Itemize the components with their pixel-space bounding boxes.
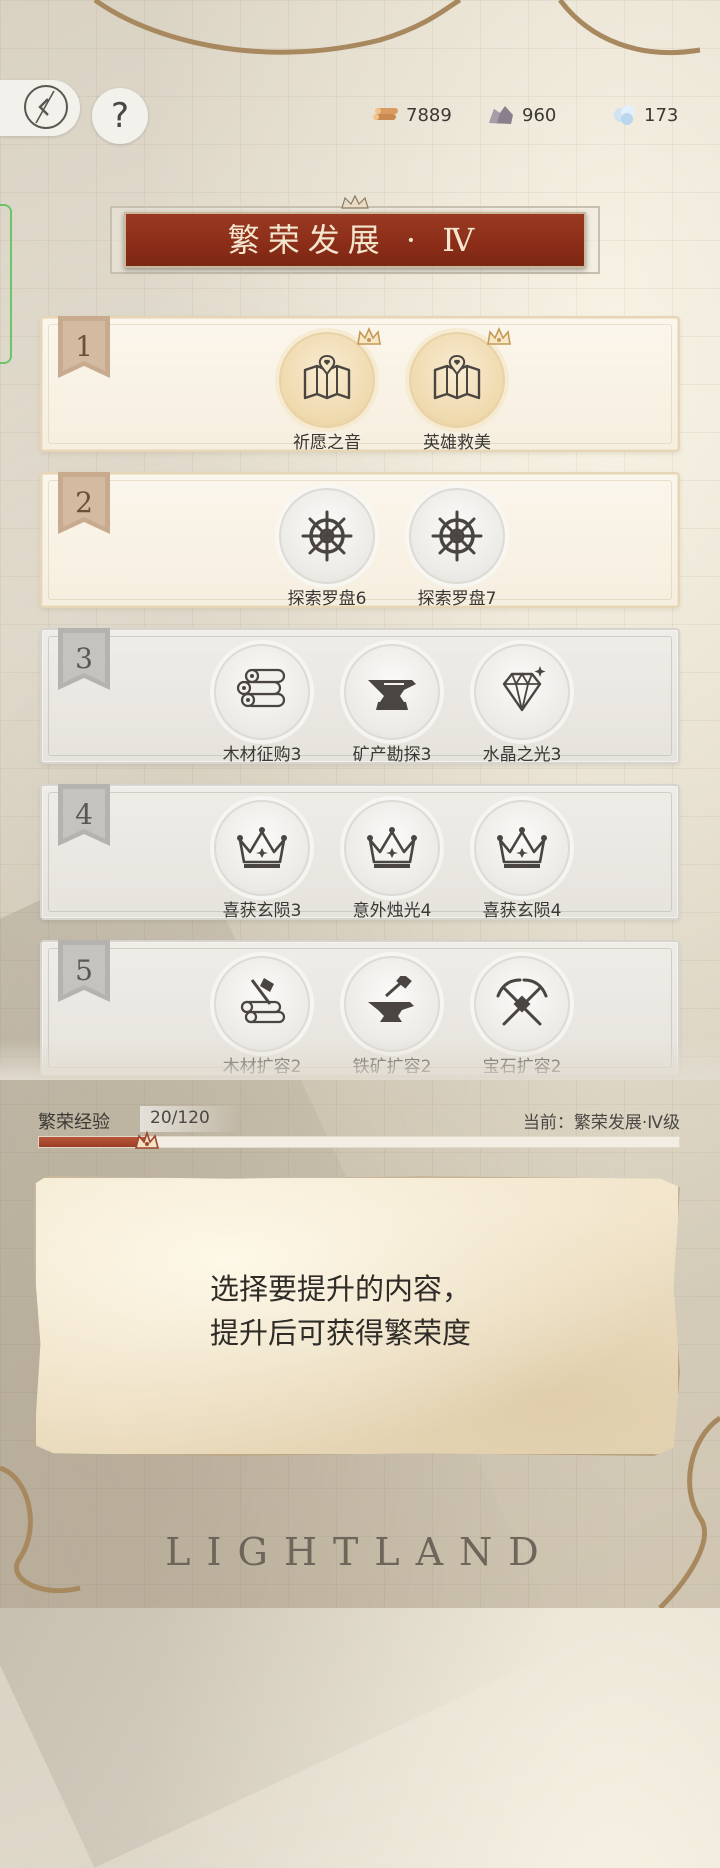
tier-row-2: 2 探索罗盘6 探索罗盘7 [40, 472, 680, 609]
tier-number: 2 [75, 486, 93, 519]
tier-number: 1 [75, 330, 93, 363]
upgrade-item[interactable]: 探索罗盘7 [392, 480, 522, 616]
upgrade-item-icon-circle [409, 488, 505, 584]
upgrade-item[interactable]: 英雄救美 [392, 324, 522, 460]
upgrade-item[interactable]: 木材征购3 [197, 636, 327, 772]
progress-fill [39, 1137, 146, 1147]
tier-number: 5 [75, 954, 93, 987]
upgrade-item[interactable]: 喜获玄陨3 [197, 792, 327, 928]
upgrade-item-label: 喜获玄陨3 [222, 901, 302, 921]
upgrade-item[interactable]: 喜获玄陨4 [457, 792, 587, 928]
upgrade-item-label: 探索罗盘6 [287, 589, 367, 609]
upgrade-item-icon-circle [214, 800, 310, 896]
upgrade-item-label: 祈愿之音 [293, 433, 361, 453]
progress-crown-icon [134, 1130, 160, 1149]
tier-row-4: 4 喜获玄陨3 意外烛光4 喜获玄陨4 [40, 784, 680, 921]
upgrade-item-icon-circle [344, 956, 440, 1052]
upgrade-item-icon-circle [214, 644, 310, 740]
upgrade-item-icon-circle [279, 488, 375, 584]
progress-label: 繁荣经验 [38, 1112, 110, 1133]
upgrade-item[interactable]: 水晶之光3 [457, 636, 587, 772]
upgrade-item[interactable]: 探索罗盘6 [262, 480, 392, 616]
list-fade [0, 1040, 720, 1080]
tier-number: 4 [75, 798, 93, 831]
small-crown-icon [356, 326, 382, 352]
upgrade-item[interactable]: 矿产勘探3 [327, 636, 457, 772]
upgrade-item-label: 喜获玄陨4 [482, 901, 562, 921]
upgrade-item-label: 水晶之光3 [482, 745, 562, 765]
upgrade-item-icon-circle [474, 956, 570, 1052]
progress-value: 20/120 [150, 1108, 210, 1128]
message-line-1: 选择要提升的内容， [210, 1272, 472, 1306]
tier-row-3: 3 木材征购3 矿产勘探3 水晶之光3 [40, 628, 680, 765]
upgrade-item[interactable]: 祈愿之音 [262, 324, 392, 460]
upgrade-item-icon-circle [474, 800, 570, 896]
tier-number: 3 [75, 642, 93, 675]
game-logo: LIGHTLAND [165, 1530, 555, 1574]
upgrade-item-icon-circle [214, 956, 310, 1052]
upgrade-item-label: 英雄救美 [423, 433, 491, 453]
upgrade-item-label: 探索罗盘7 [417, 589, 497, 609]
upgrade-item[interactable]: 意外烛光4 [327, 792, 457, 928]
upgrade-item-label: 矿产勘探3 [352, 745, 432, 765]
small-crown-icon [486, 326, 512, 352]
upgrade-item-label: 木材征购3 [222, 745, 302, 765]
upgrade-item-label: 意外烛光4 [352, 901, 432, 921]
upgrade-item-icon-circle [344, 800, 440, 896]
upgrade-item-icon-circle [474, 644, 570, 740]
upgrade-list[interactable]: 1 祈愿之音 英雄救美 2 探索罗盘6 探索罗盘7 3 木材征购3 矿产勘探3 水晶之光3 4 喜获玄… [0, 0, 720, 1078]
current-level: 当前：繁荣发展·Ⅳ级 [522, 1113, 680, 1133]
tier-row-1: 1 祈愿之音 英雄救美 [40, 316, 680, 453]
upgrade-item-icon-circle [344, 644, 440, 740]
message-line-2: 提升后可获得繁荣度 [210, 1316, 472, 1350]
